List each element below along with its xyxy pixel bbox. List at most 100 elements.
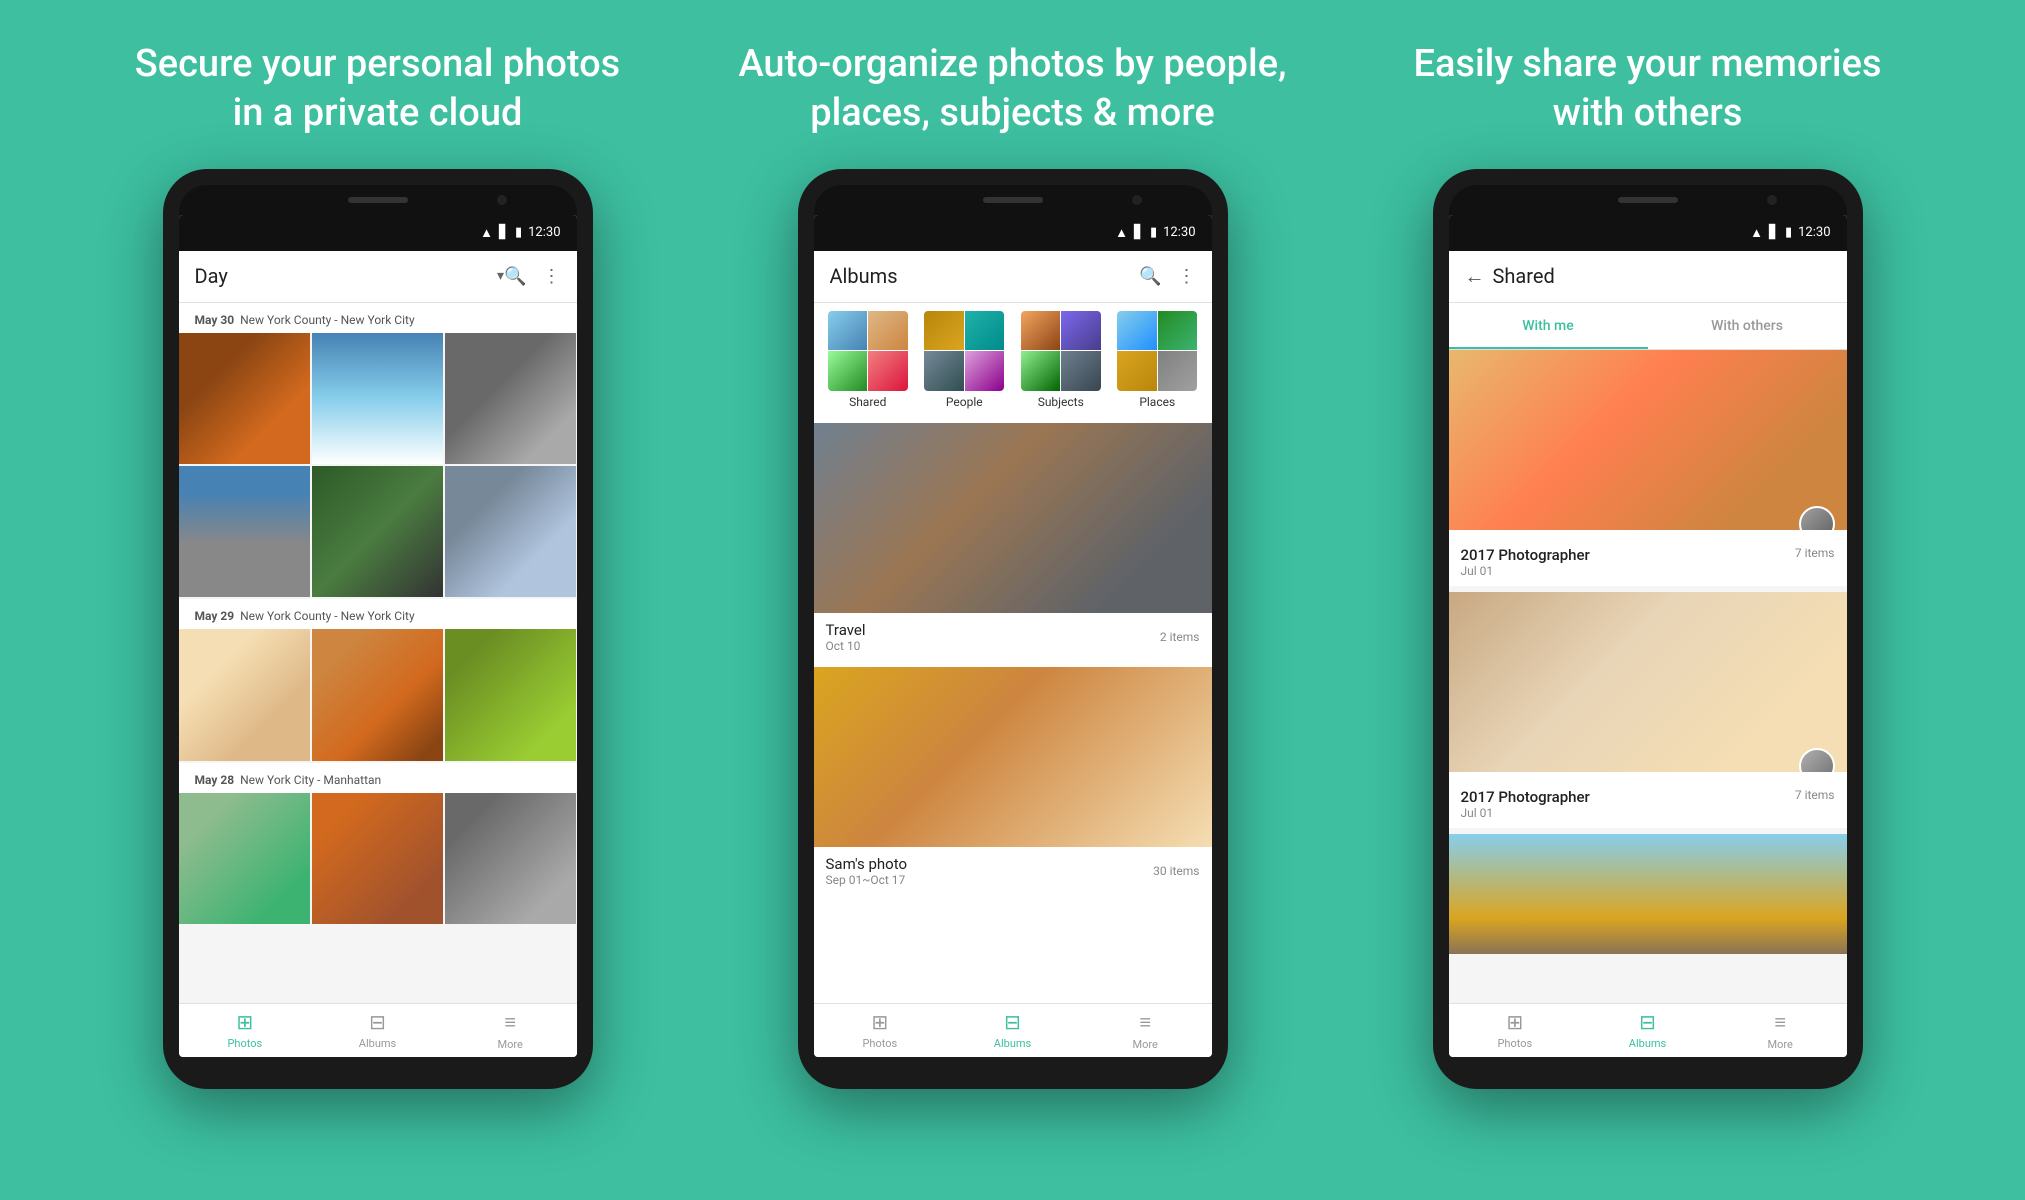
albums-icon: ⊟ — [369, 1010, 386, 1034]
travel-name-date: Travel Oct 10 — [826, 621, 866, 653]
search-icon[interactable]: 🔍 — [504, 266, 526, 287]
photo-grid-may29 — [179, 629, 577, 760]
photo-cell[interactable] — [312, 466, 443, 597]
nav-albums-label: Albums — [359, 1037, 396, 1050]
thumb-cell — [1117, 351, 1157, 391]
thumb-cell — [868, 311, 908, 351]
subjects-thumb-grid — [1021, 311, 1101, 391]
travel-count: 2 items — [1160, 630, 1200, 644]
photo-cell[interactable] — [445, 333, 576, 464]
album-sams[interactable]: Sam's photo Sep 01~Oct 17 30 items — [814, 667, 1212, 895]
photo-cell[interactable] — [179, 466, 310, 597]
more-nav-icon-2: ≡ — [1139, 1010, 1151, 1035]
nav-albums-2-label: Albums — [994, 1037, 1031, 1050]
photo-cell[interactable] — [179, 333, 310, 464]
shared-name-date-2: 2017 Photographer Jul 01 — [1461, 788, 1590, 820]
thumb-cell — [965, 351, 1005, 391]
shared-name-2: 2017 Photographer — [1461, 788, 1590, 806]
shared-album-1[interactable]: 2017 Photographer Jul 01 7 items — [1449, 350, 1847, 586]
phone-3-bottom-nav: ⊞ Photos ⊟ Albums ≡ More — [1449, 1003, 1847, 1057]
photos-icon-2: ⊞ — [871, 1010, 888, 1034]
category-shared-label: Shared — [849, 395, 886, 409]
phone-3-title: Shared — [1493, 264, 1831, 288]
thumb-cell — [828, 311, 868, 351]
sams-thumb — [814, 667, 1212, 847]
sams-count: 30 items — [1153, 864, 1199, 878]
phone-1-status-icons: ▲ ▋ ▮ 12:30 — [480, 225, 560, 241]
album-travel[interactable]: Travel Oct 10 2 items — [814, 423, 1212, 661]
thumb-cell — [1158, 351, 1198, 391]
photo-grid-may28 — [179, 793, 577, 924]
phone-2-app-bar-icons: 🔍 ⋮ — [1139, 266, 1195, 287]
shared-info-1: 2017 Photographer Jul 01 7 items — [1449, 530, 1847, 586]
shared-date-1: Jul 01 — [1461, 564, 1590, 578]
more-icon-2[interactable]: ⋮ — [1178, 266, 1196, 287]
shared-tabs: With me With others — [1449, 303, 1847, 350]
phone-1-bottom — [179, 1057, 577, 1073]
photos-icon: ⊞ — [236, 1010, 253, 1034]
thumb-cell — [1117, 311, 1157, 351]
thumb-cell — [868, 351, 908, 391]
nav-albums[interactable]: ⊟ Albums — [311, 1010, 444, 1050]
nav-more-3[interactable]: ≡ More — [1714, 1010, 1847, 1051]
phone-1-content: May 30 New York County - New York City M… — [179, 303, 577, 1003]
nav-more[interactable]: ≡ More — [444, 1010, 577, 1051]
day-section-may28: May 28 New York City - Manhattan — [179, 763, 577, 793]
phone-3: ▲ ▋ ▮ 12:30 ← Shared With me With others — [1433, 169, 1863, 1089]
shared-count-1: 7 items — [1795, 546, 1835, 560]
more-icon[interactable]: ⋮ — [543, 266, 561, 287]
lamb-thumb — [1449, 592, 1847, 772]
category-subjects[interactable]: Subjects — [1015, 311, 1108, 409]
day-section-may30: May 30 New York County - New York City — [179, 303, 577, 333]
photo-cell[interactable] — [445, 629, 576, 760]
thumb-cell — [828, 351, 868, 391]
category-places[interactable]: Places — [1111, 311, 1204, 409]
avatar-1 — [1799, 506, 1835, 530]
travel-info: Travel Oct 10 2 items — [814, 613, 1212, 661]
tab-with-others[interactable]: With others — [1648, 303, 1847, 349]
header-text-3: Easily share your memorieswith others — [1330, 40, 1965, 139]
category-shared[interactable]: Shared — [822, 311, 915, 409]
photo-cell[interactable] — [312, 793, 443, 924]
battery-icon-3: ▮ — [1785, 225, 1792, 240]
header-text-1: Secure your personal photosin a private … — [60, 40, 695, 139]
nav-albums-2[interactable]: ⊟ Albums — [946, 1010, 1079, 1050]
phone-1-speaker — [348, 197, 408, 203]
album-categories: Shared People — [814, 303, 1212, 417]
nav-more-2[interactable]: ≡ More — [1079, 1010, 1212, 1051]
nav-photos-2[interactable]: ⊞ Photos — [814, 1010, 947, 1050]
day-section-may29: May 29 New York County - New York City — [179, 599, 577, 629]
phone-3-speaker — [1618, 197, 1678, 203]
search-icon-2[interactable]: 🔍 — [1139, 266, 1161, 287]
category-people-label: People — [946, 395, 983, 409]
photo-cell[interactable] — [445, 466, 576, 597]
phone-2-screen: ▲ ▋ ▮ 12:30 Albums 🔍 ⋮ — [814, 215, 1212, 1057]
phone-3-content: 2017 Photographer Jul 01 7 items 2017 Ph… — [1449, 350, 1847, 1003]
phone-2-top-bar — [814, 185, 1212, 215]
phone-1-dropdown[interactable]: ▾ — [497, 268, 504, 284]
people-thumb-grid — [924, 311, 1004, 391]
category-people[interactable]: People — [918, 311, 1011, 409]
phone-2-title: Albums — [830, 264, 1140, 288]
photo-cell[interactable] — [312, 333, 443, 464]
thumb-cell — [924, 351, 964, 391]
travel-date: Oct 10 — [826, 639, 866, 653]
phone-2-status-bar: ▲ ▋ ▮ 12:30 — [814, 215, 1212, 251]
photo-cell[interactable] — [179, 629, 310, 760]
shared-date-2: Jul 01 — [1461, 806, 1590, 820]
photo-cell[interactable] — [445, 793, 576, 924]
shared-album-3[interactable] — [1449, 834, 1847, 954]
nav-more-3-label: More — [1768, 1038, 1793, 1051]
more-nav-icon: ≡ — [504, 1010, 516, 1035]
back-button[interactable]: ← — [1465, 264, 1485, 289]
nav-photos-3[interactable]: ⊞ Photos — [1449, 1010, 1582, 1050]
thumb-cell — [965, 311, 1005, 351]
nav-photos[interactable]: ⊞ Photos — [179, 1010, 312, 1050]
photo-cell[interactable] — [179, 793, 310, 924]
phones-section: ▲ ▋ ▮ 12:30 Day ▾ 🔍 ⋮ May 30 New Yo — [0, 169, 2025, 1200]
phone-2-app-bar: Albums 🔍 ⋮ — [814, 251, 1212, 303]
shared-album-2[interactable]: 2017 Photographer Jul 01 7 items — [1449, 592, 1847, 828]
nav-albums-3[interactable]: ⊟ Albums — [1581, 1010, 1714, 1050]
photo-cell[interactable] — [312, 629, 443, 760]
tab-with-me[interactable]: With me — [1449, 303, 1648, 349]
